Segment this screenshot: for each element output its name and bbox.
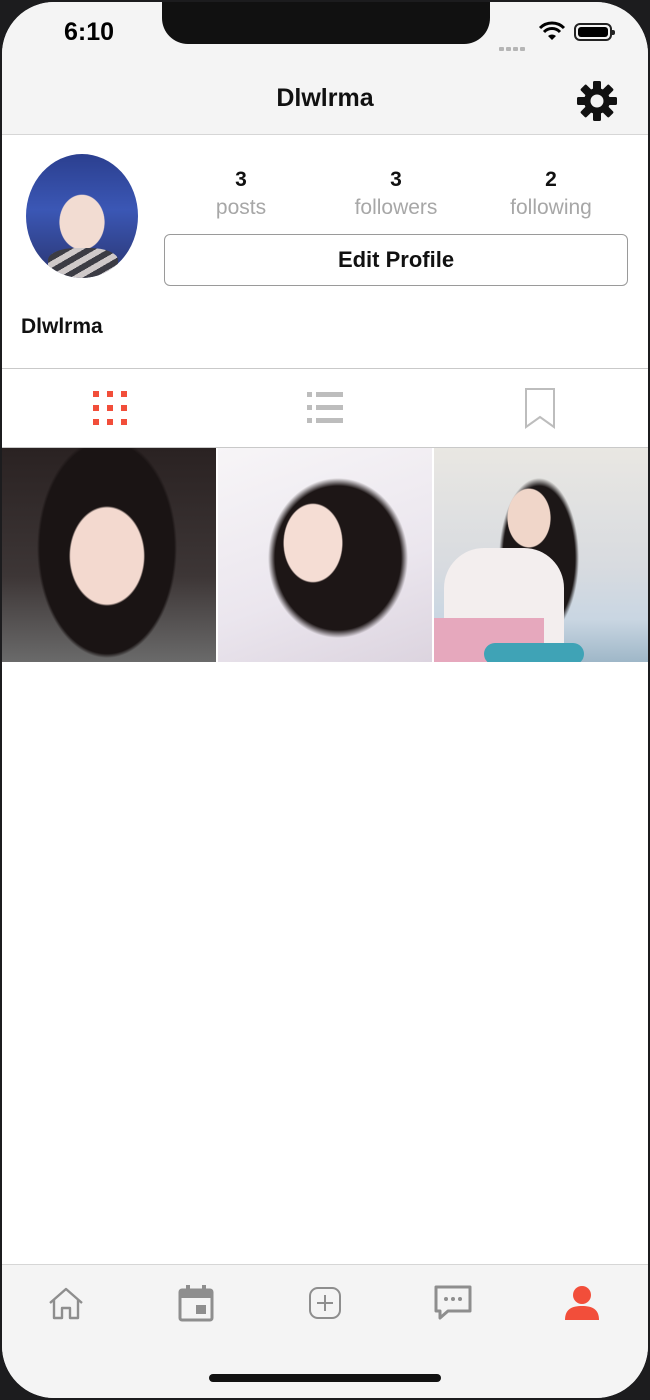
post-thumbnail[interactable]	[434, 448, 648, 662]
posts-grid	[2, 448, 648, 662]
profile-tabs	[2, 368, 648, 448]
calendar-icon	[178, 1285, 214, 1322]
tab-list[interactable]	[217, 369, 432, 447]
bookmark-icon	[524, 388, 555, 429]
tab-saved[interactable]	[432, 369, 647, 447]
tab-grid[interactable]	[2, 369, 217, 447]
posts-label: posts	[215, 196, 267, 219]
profile-avatar[interactable]	[26, 154, 138, 278]
edit-profile-button[interactable]: Edit Profile	[164, 234, 628, 286]
profile-icon	[565, 1286, 599, 1320]
home-icon	[49, 1287, 83, 1320]
settings-gear-icon[interactable]	[576, 80, 618, 122]
add-icon	[309, 1287, 341, 1319]
posts-count: 3	[235, 168, 247, 191]
followers-label: followers	[354, 196, 438, 219]
profile-username: Dlwlrma	[21, 315, 103, 338]
cellular-signal-icon	[499, 38, 529, 51]
nav-messages[interactable]	[423, 1279, 483, 1327]
page-title: Dlwlrma	[276, 84, 374, 112]
stat-posts[interactable]: 3 posts	[166, 168, 316, 220]
stat-following[interactable]: 2 following	[476, 168, 626, 220]
nav-calendar[interactable]	[166, 1279, 226, 1327]
top-header: Dlwlrma	[2, 62, 648, 135]
following-label: following	[510, 196, 592, 219]
home-indicator	[209, 1374, 441, 1382]
stat-followers[interactable]: 3 followers	[321, 168, 471, 220]
wifi-icon	[538, 21, 566, 40]
following-count: 2	[545, 168, 557, 191]
status-time: 6:10	[64, 18, 115, 46]
post-thumbnail[interactable]	[218, 448, 432, 662]
app-screen: 6:10 Dlwlrma 3 posts 3 followers 2 follo…	[2, 2, 648, 1398]
nav-home[interactable]	[36, 1279, 96, 1327]
grid-icon	[92, 391, 127, 425]
list-icon	[306, 392, 343, 423]
status-bar: 6:10	[2, 2, 648, 62]
chat-icon	[434, 1285, 472, 1320]
nav-profile[interactable]	[552, 1279, 612, 1327]
post-thumbnail[interactable]	[2, 448, 216, 662]
followers-count: 3	[390, 168, 402, 191]
battery-icon	[574, 23, 615, 41]
notch	[162, 2, 490, 44]
nav-add-post[interactable]	[295, 1279, 355, 1327]
